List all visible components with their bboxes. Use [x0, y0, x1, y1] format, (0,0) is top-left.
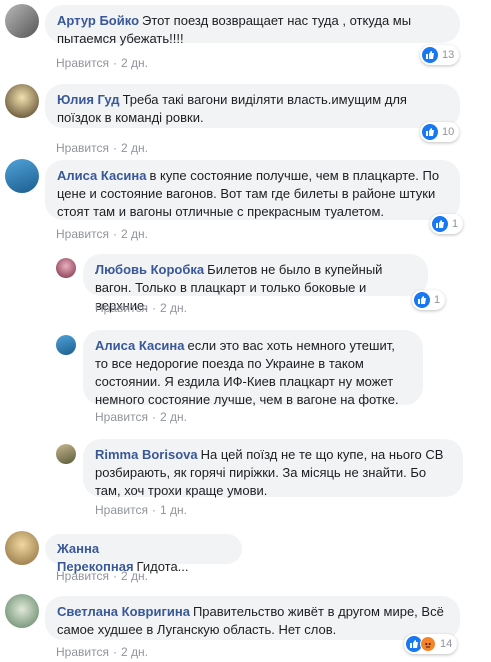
comment-bubble: Артур Бойко Этот поезд возвращает нас туд… [45, 5, 460, 46]
comment-meta: Нравится · 2 дн. [56, 645, 148, 659]
comment-bubble: Юлия Гуд Треба такі вагони виділяти власт… [45, 84, 460, 128]
avatar[interactable] [5, 531, 39, 565]
like-reaction-icon [422, 47, 438, 63]
like-button[interactable]: Нравится [95, 503, 148, 517]
reaction-count[interactable]: 1 [412, 290, 446, 310]
reaction-count[interactable]: 14 [404, 634, 458, 654]
comment-author[interactable]: Артур Бойко [57, 13, 139, 28]
comment-meta: Нравится · 2 дн. [95, 410, 187, 424]
comment-meta: Нравится · 2 дн. [56, 569, 148, 583]
avatar[interactable] [56, 444, 76, 464]
like-button[interactable]: Нравится [95, 301, 148, 315]
like-button[interactable]: Нравится [56, 56, 109, 70]
comment-meta: Нравится · 2 дн. [56, 227, 148, 241]
reaction-count[interactable]: 10 [420, 122, 460, 142]
comment-bubble: Алиса Касина если это вас хоть немного ут… [83, 330, 423, 407]
comment-author[interactable]: Алиса Касина [95, 338, 185, 353]
like-button[interactable]: Нравится [56, 141, 109, 155]
comment-bubble: Жанна Перекопная Гидота... [45, 534, 242, 574]
avatar[interactable] [56, 258, 76, 278]
comment-timestamp[interactable]: 2 дн. [160, 301, 187, 315]
comment-timestamp[interactable]: 2 дн. [121, 645, 148, 659]
comment-author[interactable]: Rimma Borisova [95, 447, 198, 462]
comment-author[interactable]: Алиса Касина [57, 168, 147, 183]
comment-meta: Нравится · 2 дн. [56, 56, 148, 70]
comment-meta: Нравится · 2 дн. [95, 301, 187, 315]
comment-timestamp[interactable]: 2 дн. [121, 227, 148, 241]
comment-bubble: Любовь Коробка Билетов не было в купейный… [83, 254, 428, 313]
comment-bubble: Алиса Касина в купе состояние получше, че… [45, 160, 460, 220]
like-button[interactable]: Нравится [56, 645, 109, 659]
avatar[interactable] [56, 335, 76, 355]
like-button[interactable]: Нравится [95, 410, 148, 424]
like-button[interactable]: Нравится [56, 227, 109, 241]
like-button[interactable]: Нравится [56, 569, 109, 583]
like-reaction-icon [414, 292, 430, 308]
reaction-count[interactable]: 13 [420, 45, 460, 65]
comment-timestamp[interactable]: 2 дн. [160, 410, 187, 424]
reaction-count[interactable]: 1 [430, 214, 464, 234]
comment-timestamp[interactable]: 2 дн. [121, 56, 148, 70]
comment-meta: Нравится · 1 дн. [95, 503, 187, 517]
comment-timestamp[interactable]: 1 дн. [160, 503, 187, 517]
comment-bubble: Rimma Borisova На цей поїзд не те що купе… [83, 439, 463, 498]
comment-timestamp[interactable]: 2 дн. [121, 569, 148, 583]
avatar[interactable] [5, 4, 39, 38]
avatar[interactable] [5, 594, 39, 628]
avatar[interactable] [5, 84, 39, 118]
comment-timestamp[interactable]: 2 дн. [121, 141, 148, 155]
angry-reaction-icon [420, 636, 436, 652]
comment-author[interactable]: Любовь Коробка [95, 262, 204, 277]
like-reaction-icon [432, 216, 448, 232]
comment-author[interactable]: Светлана Ковригина [57, 604, 190, 619]
comment-meta: Нравится · 2 дн. [56, 141, 148, 155]
like-reaction-icon [422, 124, 438, 140]
avatar[interactable] [5, 159, 39, 193]
comment-author[interactable]: Юлия Гуд [57, 92, 120, 107]
comment-bubble: Светлана Ковригина Правительство живёт в … [45, 596, 460, 640]
